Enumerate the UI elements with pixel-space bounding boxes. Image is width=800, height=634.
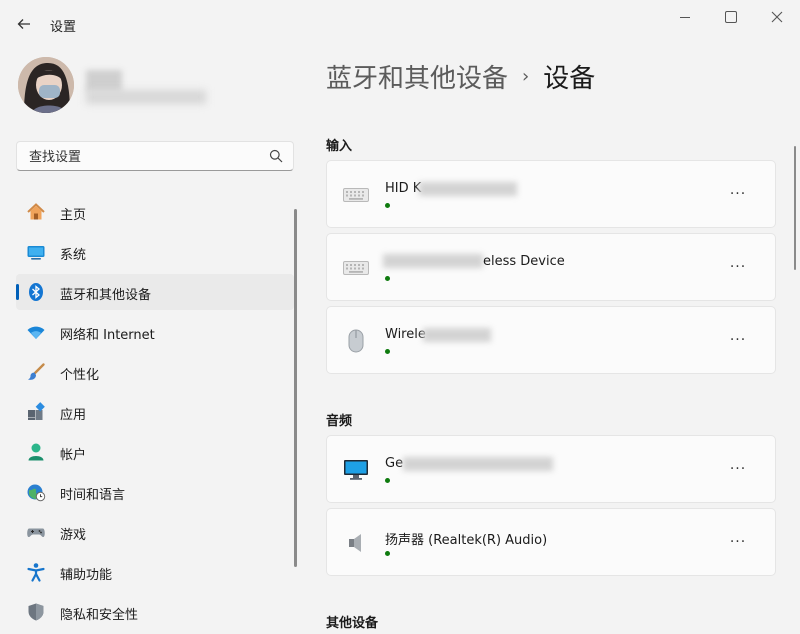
- sidebar-item-home[interactable]: 主页: [16, 194, 294, 230]
- device-name: 扬声器 (Realtek(R) Audio): [385, 533, 548, 548]
- breadcrumb-parent[interactable]: 蓝牙和其他设备: [326, 58, 508, 95]
- device-name: HID K: [385, 181, 422, 196]
- sidebar-item-label: 帐户: [60, 448, 87, 463]
- person-icon: [26, 442, 46, 462]
- more-options-button[interactable]: ···: [723, 327, 753, 353]
- accessibility-icon: [26, 562, 46, 582]
- sidebar-item-bluetooth[interactable]: 蓝牙和其他设备: [16, 274, 294, 310]
- connected-status-dot: [385, 478, 390, 483]
- sidebar-item-accessibility[interactable]: 辅助功能: [16, 554, 294, 590]
- section-title-audio: 音频: [326, 414, 353, 429]
- back-arrow-icon: [17, 19, 30, 29]
- connected-status-dot: [385, 551, 390, 556]
- device-card-monitor-audio[interactable]: Ge ···: [326, 435, 776, 503]
- sidebar-item-label: 系统: [60, 248, 87, 263]
- device-name-redacted: [423, 328, 491, 342]
- sidebar-item-label: 主页: [60, 208, 87, 223]
- home-icon: [26, 202, 46, 222]
- bluetooth-icon: [26, 282, 46, 302]
- device-card-hid-keyboard[interactable]: HID K ···: [326, 160, 776, 228]
- sidebar-item-time-language[interactable]: 时间和语言: [16, 474, 294, 510]
- gamepad-icon: [26, 522, 46, 542]
- sidebar-item-personalization[interactable]: 个性化: [16, 354, 294, 390]
- connected-status-dot: [385, 349, 390, 354]
- sidebar-item-gaming[interactable]: 游戏: [16, 514, 294, 550]
- more-options-button[interactable]: ···: [723, 529, 753, 555]
- page-title: 设备: [543, 64, 596, 94]
- section-title-input: 输入: [326, 139, 353, 154]
- device-name-redacted: [403, 457, 553, 471]
- user-photo: [18, 57, 74, 113]
- shield-icon: [26, 602, 46, 622]
- sidebar-item-label: 个性化: [60, 368, 100, 383]
- device-name-redacted: [383, 254, 483, 268]
- mouse-icon: [341, 329, 371, 353]
- monitor-icon: [341, 458, 371, 482]
- search-icon[interactable]: [269, 149, 283, 163]
- apps-icon: [26, 402, 46, 422]
- keyboard-icon: [341, 183, 371, 207]
- device-card-speaker[interactable]: 扬声器 (Realtek(R) Audio) ···: [326, 508, 776, 576]
- close-icon: [771, 11, 783, 23]
- wifi-icon: [26, 322, 46, 342]
- search-box[interactable]: [16, 141, 294, 171]
- sidebar-item-label: 辅助功能: [60, 568, 113, 583]
- brush-icon: [26, 362, 46, 382]
- section-title-other-devices: 其他设备: [326, 616, 379, 631]
- more-options-button[interactable]: ···: [723, 181, 753, 207]
- main-scrollbar[interactable]: [794, 146, 796, 270]
- sidebar-item-apps[interactable]: 应用: [16, 394, 294, 430]
- sidebar-nav: 主页 系统 蓝牙和其他设备 网络和 Internet 个性化 应用 帐户 时间和…: [16, 194, 294, 634]
- avatar[interactable]: [18, 57, 74, 113]
- sidebar-item-label: 蓝牙和其他设备: [60, 288, 152, 303]
- more-options-button[interactable]: ···: [723, 254, 753, 280]
- sidebar-item-label: 隐私和安全性: [60, 608, 139, 623]
- globe-clock-icon: [26, 482, 46, 502]
- sidebar-item-label: 网络和 Internet: [60, 328, 155, 343]
- sidebar-scrollbar[interactable]: [294, 209, 297, 567]
- sidebar-item-privacy[interactable]: 隐私和安全性: [16, 594, 294, 630]
- sidebar-item-system[interactable]: 系统: [16, 234, 294, 270]
- more-options-button[interactable]: ···: [723, 456, 753, 482]
- speaker-icon: [341, 531, 371, 555]
- device-card-wireless-mouse[interactable]: Wirele ···: [326, 306, 776, 374]
- sidebar-item-accounts[interactable]: 帐户: [16, 434, 294, 470]
- maximize-icon: [725, 11, 737, 23]
- app-title: 设置: [50, 20, 77, 35]
- sidebar-item-network[interactable]: 网络和 Internet: [16, 314, 294, 350]
- keyboard-icon: [341, 256, 371, 280]
- device-name-redacted: [419, 182, 517, 196]
- sidebar-item-label: 应用: [60, 408, 87, 423]
- close-button[interactable]: [754, 4, 800, 30]
- breadcrumb: 蓝牙和其他设备 › 设备: [326, 58, 595, 95]
- sidebar-item-label: 游戏: [60, 528, 87, 543]
- connected-status-dot: [385, 203, 390, 208]
- search-input[interactable]: [27, 147, 261, 167]
- chevron-right-icon: ›: [522, 66, 530, 87]
- connected-status-dot: [385, 276, 390, 281]
- profile-name-redacted: [86, 70, 122, 92]
- minimize-button[interactable]: [662, 4, 708, 30]
- device-card-wireless-device[interactable]: eless Device ···: [326, 233, 776, 301]
- minimize-icon: [680, 16, 690, 18]
- maximize-button[interactable]: [708, 4, 754, 30]
- device-name: Ge: [385, 456, 404, 471]
- back-button[interactable]: [14, 14, 34, 34]
- display-icon: [26, 242, 46, 262]
- title-bar: 设置: [0, 0, 800, 48]
- device-name: eless Device: [483, 254, 565, 269]
- profile-email-redacted: [86, 90, 206, 104]
- device-name: Wirele: [385, 327, 426, 342]
- sidebar-item-label: 时间和语言: [60, 488, 126, 503]
